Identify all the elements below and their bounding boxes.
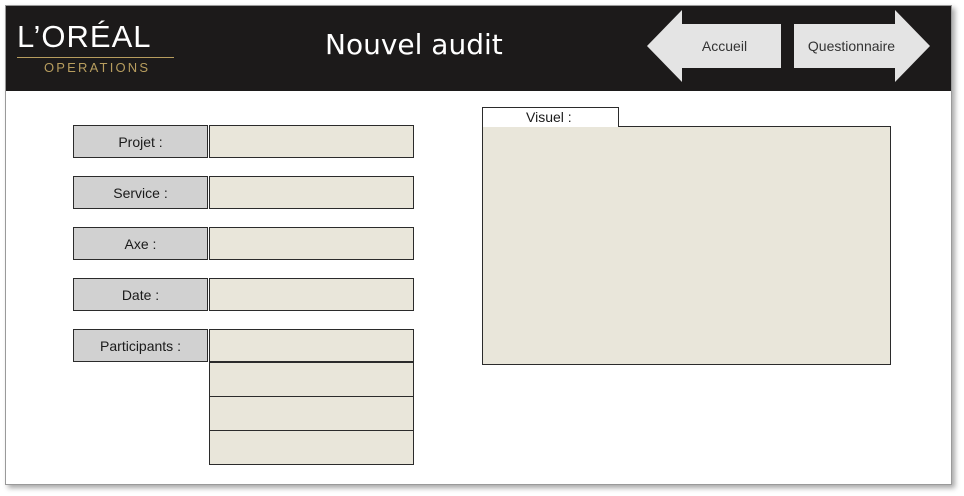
form-window: L’ORÉAL OPERATIONS Nouvel audit Accueil … xyxy=(5,5,952,485)
field-label-projet: Projet : xyxy=(73,125,208,158)
field-date: Date : xyxy=(73,278,414,311)
questionnaire-button-label: Questionnaire xyxy=(807,38,896,54)
date-input[interactable] xyxy=(209,278,414,311)
visual-tab: Visuel : xyxy=(482,107,619,127)
field-axe: Axe : xyxy=(73,227,414,260)
participants-input-2[interactable] xyxy=(209,362,414,397)
visual-tab-joint xyxy=(483,125,618,127)
participants-input-3[interactable] xyxy=(209,396,414,431)
participants-input-4[interactable] xyxy=(209,430,414,465)
field-label-participants: Participants : xyxy=(73,329,208,362)
visual-image-area[interactable] xyxy=(482,126,891,365)
field-label-date: Date : xyxy=(73,278,208,311)
home-button[interactable]: Accueil xyxy=(647,10,782,82)
service-input[interactable] xyxy=(209,176,414,209)
questionnaire-button[interactable]: Questionnaire xyxy=(794,10,930,82)
field-label-axe: Axe : xyxy=(73,227,208,260)
header-bar: L’ORÉAL OPERATIONS Nouvel audit Accueil … xyxy=(6,6,951,91)
visual-panel: Visuel : xyxy=(482,107,892,365)
page-title: Nouvel audit xyxy=(325,28,503,61)
home-button-label: Accueil xyxy=(701,38,748,54)
field-participants: Participants : xyxy=(73,329,414,362)
logo-subtitle: OPERATIONS xyxy=(44,60,151,75)
projet-input[interactable] xyxy=(209,125,414,158)
participants-input-1[interactable] xyxy=(209,329,414,362)
field-projet: Projet : xyxy=(73,125,414,158)
field-service: Service : xyxy=(73,176,414,209)
logo-wordmark: L’ORÉAL xyxy=(17,19,152,54)
field-label-service: Service : xyxy=(73,176,208,209)
loreal-operations-logo: L’ORÉAL OPERATIONS xyxy=(17,20,177,80)
logo-divider xyxy=(17,57,174,58)
axe-input[interactable] xyxy=(209,227,414,260)
visual-tab-label: Visuel : xyxy=(526,109,572,125)
